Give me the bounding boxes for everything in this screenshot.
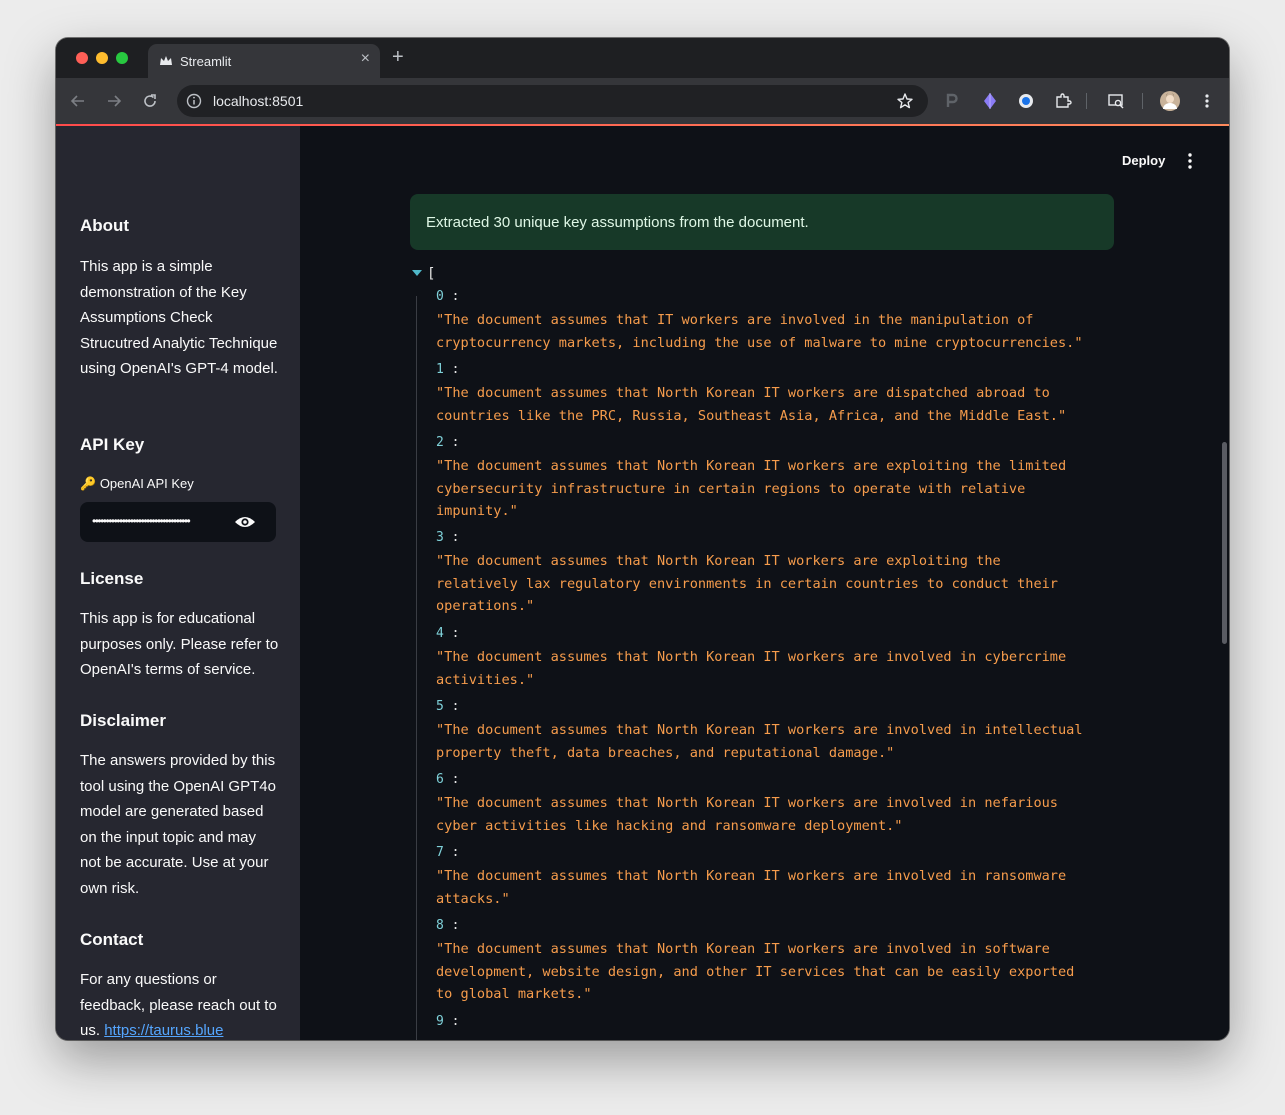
toolbar-divider <box>1142 93 1143 109</box>
extensions-puzzle-icon[interactable] <box>1053 91 1073 111</box>
about-heading: About <box>80 216 130 235</box>
bookmark-star-icon[interactable] <box>896 92 914 110</box>
json-item: 8 : "The document assumes that North Kor… <box>436 915 1116 1006</box>
key-icon: 🔑 <box>80 476 97 491</box>
json-item: 4 : "The document assumes that North Kor… <box>436 623 1116 691</box>
json-value: "The document assumes that North Korean … <box>436 458 1067 519</box>
forward-button[interactable] <box>104 91 124 111</box>
screen-search-icon <box>1108 94 1124 109</box>
reload-button[interactable] <box>140 91 160 111</box>
maximize-window-button[interactable] <box>116 52 128 64</box>
json-item: 5 : "The document assumes that North Kor… <box>436 696 1116 764</box>
json-value: "The document assumes that IT workers ar… <box>436 312 1083 351</box>
close-tab-icon[interactable]: × <box>361 50 370 68</box>
json-index: 5 : <box>436 699 460 714</box>
api-key-masked-value[interactable]: •••••••••••••••••••••••••••••••••••• <box>92 514 218 528</box>
json-item: 7 : "The document assumes that North Kor… <box>436 842 1116 910</box>
tab-bar: Streamlit × + <box>56 38 1229 78</box>
sidebar: About This app is a simple demonstration… <box>56 126 300 1040</box>
json-item: 3 : "The document assumes that North Kor… <box>436 527 1116 618</box>
json-index: 8 : <box>436 918 460 933</box>
json-item: 2 : "The document assumes that North Kor… <box>436 432 1116 523</box>
arrow-left-icon <box>70 95 84 107</box>
json-index: 1 : <box>436 362 460 377</box>
arrow-right-icon <box>108 95 122 107</box>
deploy-button[interactable]: Deploy <box>1122 153 1165 168</box>
json-index: 2 : <box>436 435 460 450</box>
contact-link[interactable]: https://taurus.blue <box>104 1022 223 1039</box>
url-text[interactable]: localhost:8501 <box>213 93 303 109</box>
browser-window: Streamlit × + localhost:8501 About This … <box>56 38 1229 1040</box>
success-message: Extracted 30 unique key assumptions from… <box>426 214 809 231</box>
extension-globe-icon[interactable] <box>1016 91 1036 111</box>
json-item: 9 : <box>436 1011 1116 1033</box>
extension-p-icon[interactable] <box>942 91 962 111</box>
scrollbar-thumb[interactable] <box>1222 442 1227 644</box>
collapse-caret-icon[interactable] <box>412 270 422 276</box>
toolbar-divider <box>1086 93 1087 109</box>
api-key-label-text: OpenAI API Key <box>99 476 194 491</box>
avatar-icon <box>1160 91 1180 111</box>
json-item: 0 : "The document assumes that IT worker… <box>436 286 1116 354</box>
contact-paragraph: For any questions or feedback, please re… <box>80 967 280 1040</box>
json-index: 9 : <box>436 1014 460 1029</box>
extension-crystal-icon[interactable] <box>980 91 1000 111</box>
close-window-button[interactable] <box>76 52 88 64</box>
disclaimer-text: The answers provided by this tool using … <box>80 752 276 897</box>
json-value: "The document assumes that North Korean … <box>436 795 1058 834</box>
json-value: "The document assumes that North Korean … <box>436 722 1083 761</box>
json-index: 4 : <box>436 626 460 641</box>
json-value: "The document assumes that North Korean … <box>436 385 1067 424</box>
globe-icon <box>1019 94 1033 108</box>
about-text: This app is a simple demonstration of th… <box>80 258 278 378</box>
json-value: "The document assumes that North Korean … <box>436 649 1067 688</box>
json-item: 6 : "The document assumes that North Kor… <box>436 769 1116 837</box>
license-text: This app is for educational purposes onl… <box>80 610 279 679</box>
contact-heading: Contact <box>80 930 144 949</box>
license-heading: License <box>80 569 144 588</box>
crystal-icon <box>984 93 996 109</box>
disclaimer-heading: Disclaimer <box>80 711 166 730</box>
minimize-window-button[interactable] <box>96 52 108 64</box>
profile-avatar[interactable] <box>1160 91 1180 111</box>
main-menu-icon[interactable] <box>1184 152 1196 170</box>
json-index: 0 : <box>436 289 460 304</box>
streamlit-crown-icon <box>160 56 172 65</box>
json-indent-guide <box>416 296 417 1040</box>
new-tab-button[interactable]: + <box>392 46 404 69</box>
site-info-icon[interactable] <box>185 92 203 110</box>
json-value: "The document assumes that North Korean … <box>436 868 1067 907</box>
success-alert: Extracted 30 unique key assumptions from… <box>410 194 1114 250</box>
main-content: Deploy Extracted 30 unique key assumptio… <box>300 126 1229 1040</box>
browser-tab-streamlit[interactable]: Streamlit × <box>148 44 380 78</box>
puzzle-icon <box>1056 93 1072 108</box>
p-icon <box>946 93 958 107</box>
json-item: 1 : "The document assumes that North Kor… <box>436 359 1116 427</box>
json-index: 6 : <box>436 772 460 787</box>
json-value: "The document assumes that North Korean … <box>436 941 1075 1002</box>
api-key-heading: API Key <box>80 435 145 454</box>
kebab-menu-icon <box>1205 94 1209 108</box>
tab-title: Streamlit <box>180 54 232 69</box>
address-bar[interactable]: localhost:8501 <box>177 85 928 117</box>
json-value: "The document assumes that North Korean … <box>436 553 1058 614</box>
show-password-eye-icon[interactable] <box>234 513 256 531</box>
tab-search-icon[interactable] <box>1106 91 1126 111</box>
browser-menu-icon[interactable] <box>1197 91 1217 111</box>
reload-icon <box>144 94 156 107</box>
json-index: 3 : <box>436 530 460 545</box>
back-button[interactable] <box>68 91 88 111</box>
browser-toolbar: localhost:8501 <box>56 78 1229 124</box>
json-index: 7 : <box>436 845 460 860</box>
api-key-label: 🔑 OpenAI API Key <box>80 476 194 492</box>
json-open-bracket: [ <box>427 266 436 282</box>
api-key-input[interactable]: •••••••••••••••••••••••••••••••••••• <box>80 502 276 542</box>
